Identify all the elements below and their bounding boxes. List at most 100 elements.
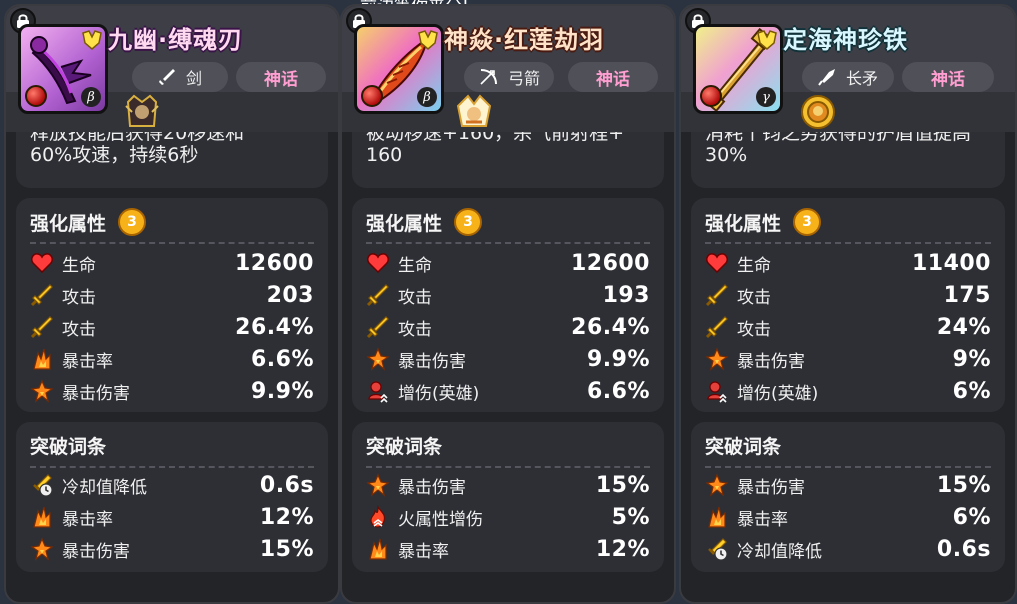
stat-value: 26.4%	[235, 314, 314, 340]
item-icon[interactable]: β	[354, 24, 444, 114]
breakthrough-panel: 突破词条 暴击伤害 15% 火属性增伤 5% 暴击率 12%	[352, 422, 664, 572]
affix-value: 0.6s	[259, 472, 314, 498]
item-card[interactable]: γ 定海神珍铁 长矛 神话 消耗千钧之势获得的护盾值提高 30% 强化属性 3 …	[679, 4, 1017, 604]
stat-row: 暴击伤害 9.9%	[366, 344, 650, 374]
hero-badge-icon[interactable]	[454, 92, 494, 132]
item-card[interactable]: β 神焱·红莲劫羽 弓箭 神话 被动移速+160，杀气前射程+ 160 强化属性…	[340, 4, 676, 604]
affix-label: 暴击率	[737, 509, 788, 530]
affix-value: 15%	[936, 472, 991, 498]
section-title: 突破词条	[705, 432, 781, 459]
grade-badge: γ	[756, 87, 776, 107]
breakthrough-title: 突破词条	[30, 436, 107, 458]
affix-value: 5%	[611, 504, 650, 530]
rank-crest-icon	[417, 29, 439, 51]
stat-label: 暴击伤害	[62, 383, 130, 404]
item-card[interactable]: β 九幽·缚魂刃 剑 神话 释放技能后获得20移速和 60%攻速，持续6秒 强化…	[4, 4, 340, 604]
divider	[705, 242, 991, 244]
item-name: 神焱·红莲劫羽	[444, 26, 605, 54]
affix-row: 暴击伤害 15%	[30, 534, 314, 564]
rarity-label: 神话	[931, 69, 965, 90]
rarity-label: 神话	[596, 69, 630, 90]
crit-damage-icon	[30, 379, 54, 403]
stat-label: 增伤(英雄)	[737, 383, 819, 404]
divider	[705, 466, 991, 468]
stat-label: 生命	[737, 255, 771, 276]
item-icon[interactable]: β	[18, 24, 108, 114]
enhance-level-badge: 3	[118, 208, 147, 236]
sword-attack-icon	[30, 283, 54, 307]
item-name: 定海神珍铁	[783, 26, 908, 54]
crit-rate-icon	[30, 505, 54, 529]
fire-damage-icon	[366, 505, 390, 529]
enhance-panel: 强化属性 3 生命 11400 攻击 175 攻击 24% 暴击伤害 9% 增伤…	[691, 198, 1005, 412]
cooldown-icon	[705, 537, 729, 561]
stat-label: 暴击伤害	[737, 351, 805, 372]
divider	[30, 242, 314, 244]
affix-label: 暴击率	[398, 541, 449, 562]
section-title: 强化属性 3	[366, 208, 483, 236]
hero-badge-icon[interactable]	[122, 92, 162, 132]
stat-label: 攻击	[398, 287, 432, 308]
stat-row: 攻击 24%	[705, 312, 991, 342]
weapon-type-icon	[818, 68, 836, 86]
enhance-panel: 强化属性 3 生命 12600 攻击 203 攻击 26.4% 暴击率 6.6%	[16, 198, 328, 412]
rarity-label: 神话	[264, 69, 298, 90]
weapon-type-pill: 剑	[132, 62, 228, 92]
heart-icon	[705, 251, 729, 275]
crit-damage-icon	[705, 347, 729, 371]
stat-label: 攻击	[398, 319, 432, 340]
crit-rate-icon	[705, 505, 729, 529]
affix-label: 冷却值降低	[62, 477, 147, 498]
stat-row: 生命 12600	[30, 248, 314, 278]
section-title: 突破词条	[366, 432, 442, 459]
grade-badge: β	[81, 87, 101, 107]
breakthrough-title: 突破词条	[366, 436, 443, 458]
divider	[366, 242, 650, 244]
sword-attack-icon	[30, 315, 54, 339]
rank-crest-icon	[81, 29, 103, 51]
weapon-type-icon	[158, 68, 176, 86]
sword-attack-icon	[705, 283, 729, 307]
affix-label: 冷却值降低	[737, 541, 822, 562]
stat-row: 攻击 26.4%	[366, 312, 650, 342]
affix-value: 12%	[595, 536, 650, 562]
affix-value: 15%	[595, 472, 650, 498]
breakthrough-panel: 突破词条 冷却值降低 0.6s 暴击率 12% 暴击伤害 15%	[16, 422, 328, 572]
stat-value: 175	[943, 282, 991, 308]
stat-row: 暴击率 6.6%	[30, 344, 314, 374]
crit-damage-icon	[366, 347, 390, 371]
rarity-pill: 神话	[568, 62, 658, 92]
sword-attack-icon	[705, 315, 729, 339]
stat-value: 6.6%	[586, 378, 650, 404]
stat-row: 暴击伤害 9.9%	[30, 376, 314, 406]
enhance-title: 强化属性	[30, 212, 107, 235]
hero-badge-icon[interactable]	[798, 92, 838, 132]
stat-label: 攻击	[737, 287, 771, 308]
heart-icon	[30, 251, 54, 275]
stat-label: 增伤(英雄)	[398, 383, 480, 404]
weapon-type-label: 弓箭	[507, 69, 540, 88]
hero-damage-icon	[366, 379, 390, 403]
sword-attack-icon	[366, 283, 390, 307]
rarity-pill: 神话	[236, 62, 326, 92]
stat-label: 生命	[398, 255, 432, 276]
affix-label: 暴击伤害	[62, 541, 130, 562]
gem-icon	[700, 85, 722, 107]
item-icon[interactable]: γ	[693, 24, 783, 114]
affix-row: 暴击率 12%	[366, 534, 650, 564]
enhance-level-badge: 3	[793, 208, 822, 236]
stat-label: 暴击伤害	[398, 351, 466, 372]
weapon-type-label: 长矛	[845, 69, 878, 88]
affix-row: 暴击率 12%	[30, 502, 314, 532]
stat-label: 生命	[62, 255, 96, 276]
description-panel: 消耗千钧之势获得的护盾值提高 30%	[691, 132, 1005, 188]
stat-row: 攻击 26.4%	[30, 312, 314, 342]
stat-value: 203	[266, 282, 314, 308]
grade-badge: β	[417, 87, 437, 107]
stat-row: 暴击伤害 9%	[705, 344, 991, 374]
sword-attack-icon	[366, 315, 390, 339]
section-title: 强化属性 3	[705, 208, 822, 236]
description-panel: 释放技能后获得20移速和 60%攻速，持续6秒	[16, 132, 328, 188]
divider	[30, 466, 314, 468]
description-panel: 被动移速+160，杀气前射程+ 160	[352, 132, 664, 188]
